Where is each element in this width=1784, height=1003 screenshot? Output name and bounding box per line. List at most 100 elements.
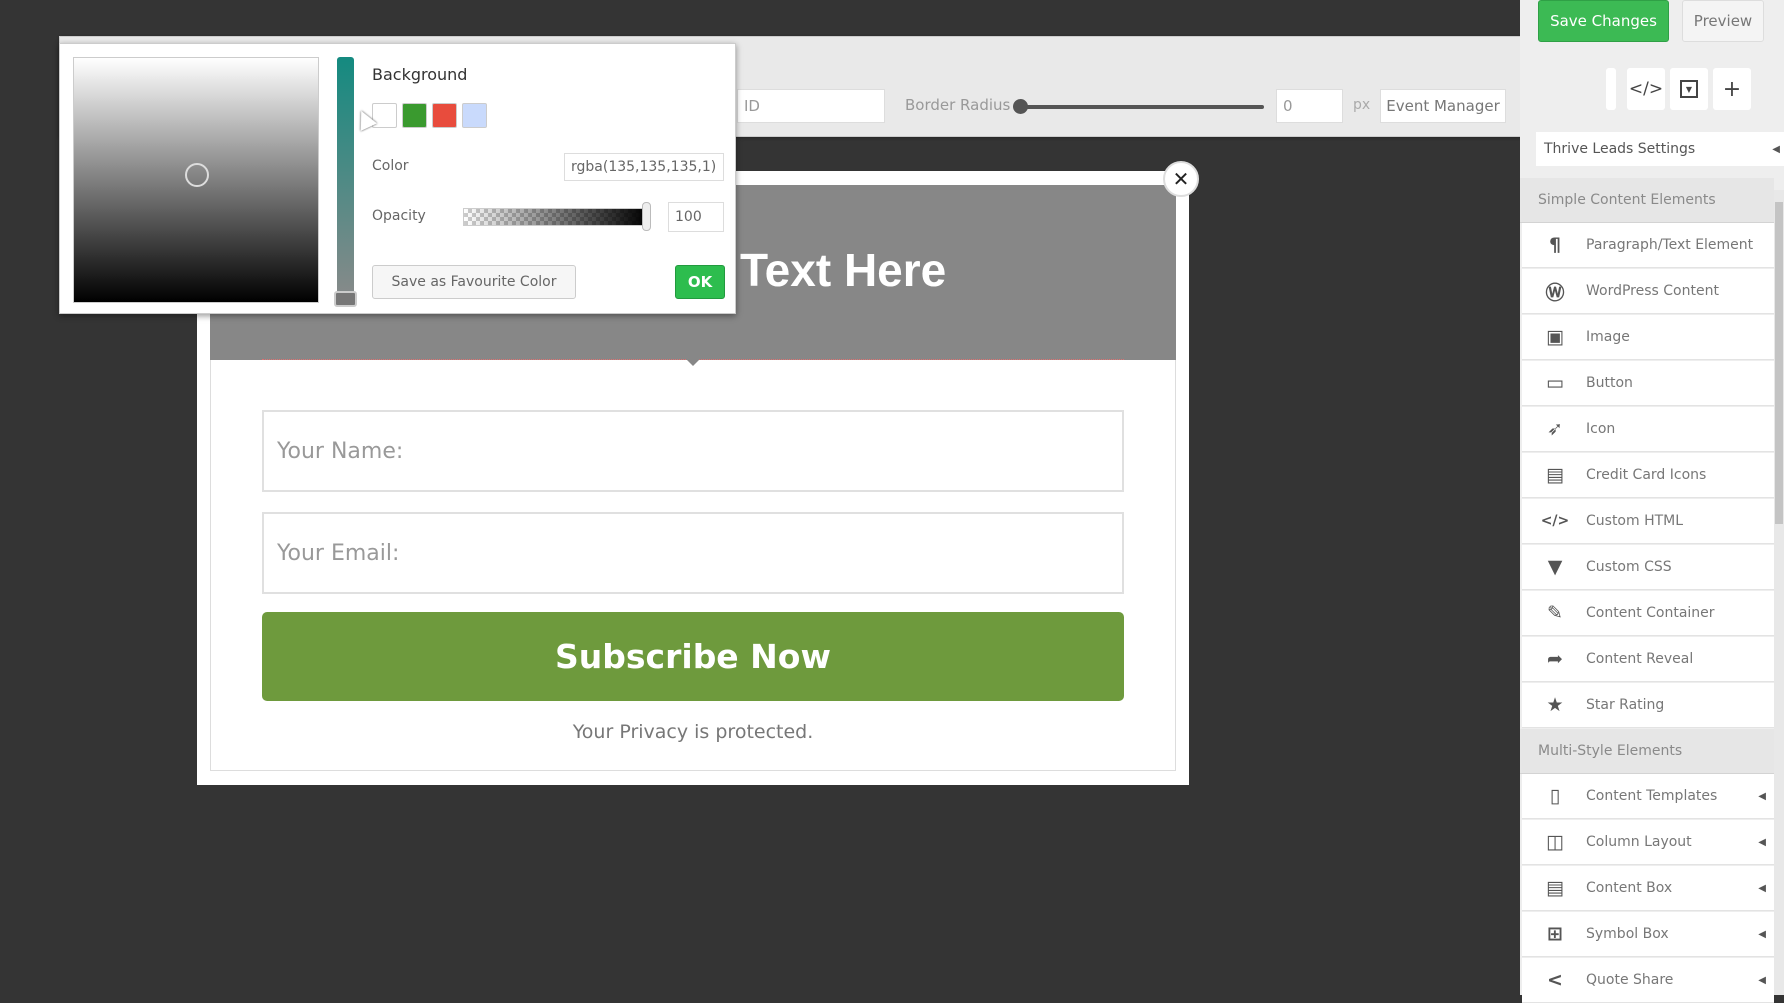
caret-left-icon: ◀	[1758, 974, 1766, 986]
sidebar-scrollbar[interactable]	[1774, 190, 1784, 995]
px-unit: px	[1353, 97, 1371, 113]
sidebar-item[interactable]: ⊞ Symbol Box ◀	[1522, 912, 1774, 957]
sidebar-item-label: Symbol Box	[1586, 926, 1669, 942]
image-icon: ▣	[1546, 326, 1564, 348]
sidebar-item-label: Credit Card Icons	[1586, 467, 1707, 483]
sidebar-item[interactable]: Ⓦ WordPress Content	[1522, 269, 1774, 314]
color-label: Color	[372, 158, 409, 174]
multi-style-header: Multi-Style Elements	[1520, 729, 1774, 774]
sidebar-item[interactable]: ¶ Paragraph/Text Element	[1522, 223, 1774, 268]
settings-label: Thrive Leads Settings	[1544, 141, 1696, 157]
sidebar-item-label: Icon	[1586, 421, 1616, 437]
code-icon: </>	[1540, 513, 1570, 529]
color-swatch[interactable]	[402, 103, 427, 128]
columns-icon: ◫	[1546, 831, 1564, 853]
sidebar-item[interactable]: ▼ Custom CSS	[1522, 545, 1774, 590]
dropdown-icon: ▼	[1680, 80, 1698, 98]
simple-content-header: Simple Content Elements	[1520, 178, 1774, 223]
opacity-handle[interactable]	[642, 202, 651, 231]
sidebar-item[interactable]: ★ Star Rating	[1522, 683, 1774, 728]
sidebar-item-label: Column Layout	[1586, 834, 1692, 850]
caret-left-icon: ◀	[1758, 836, 1766, 848]
sidebar-item[interactable]: ✎ Content Container	[1522, 591, 1774, 636]
sidebar-item-label: Paragraph/Text Element	[1586, 237, 1754, 253]
paragraph-icon: ¶	[1548, 234, 1562, 256]
color-input[interactable]: rgba(135,135,135,1)	[564, 153, 724, 181]
button-icon: ▭	[1546, 372, 1564, 394]
sidebar-item-label: Content Reveal	[1586, 651, 1694, 667]
sidebar-item-label: Content Container	[1586, 605, 1715, 621]
sidebar-item[interactable]: ➶ Icon	[1522, 407, 1774, 452]
sidebar-item[interactable]: ▣ Image	[1522, 315, 1774, 360]
scrollbar-thumb[interactable]	[1775, 202, 1783, 524]
star-icon: ★	[1546, 694, 1564, 716]
css-icon: ▼	[1547, 556, 1563, 578]
caret-left-icon: ◀	[1758, 882, 1766, 894]
border-radius-slider[interactable]	[1013, 99, 1264, 114]
border-radius-input[interactable]: 0	[1276, 89, 1343, 123]
add-button[interactable]: +	[1713, 68, 1751, 110]
save-favourite-button[interactable]: Save as Favourite Color	[372, 265, 576, 299]
rocket-icon: ➶	[1547, 418, 1563, 440]
sidebar-item[interactable]: ▭ Button	[1522, 361, 1774, 406]
content-box-icon: ▤	[1546, 877, 1564, 899]
email-input[interactable]: Your Email:	[262, 512, 1124, 594]
share-arrow-icon: ➦	[1547, 648, 1563, 670]
save-changes-button[interactable]: Save Changes	[1538, 0, 1669, 42]
color-swatch[interactable]	[372, 103, 397, 128]
document-icon: ▯	[1549, 785, 1561, 807]
thrive-leads-settings[interactable]: Thrive Leads Settings ◀	[1536, 132, 1784, 166]
opacity-slider[interactable]	[463, 208, 648, 226]
caret-left-icon: ◀	[1758, 790, 1766, 802]
share-icon: <	[1547, 969, 1563, 991]
hue-handle[interactable]	[334, 291, 357, 307]
form-close-button[interactable]: ✕	[1163, 161, 1199, 197]
opacity-input[interactable]: 100	[668, 202, 724, 232]
sidebar-item-label: Content Box	[1586, 880, 1673, 896]
border-radius-label: Border Radius	[905, 96, 1011, 114]
opacity-label: Opacity	[372, 208, 426, 224]
color-cursor[interactable]	[185, 163, 209, 187]
color-swatch[interactable]	[432, 103, 457, 128]
sidebar-item[interactable]: ▤ Credit Card Icons	[1522, 453, 1774, 498]
sidebar-item-label: Custom HTML	[1586, 513, 1684, 529]
picker-title: Background	[372, 65, 468, 84]
plus-icon: +	[1722, 76, 1742, 102]
name-input[interactable]: Your Name:	[262, 410, 1124, 492]
sidebar: Save Changes Preview </> ▼ + Thrive Lead…	[1520, 0, 1784, 1003]
form-headline[interactable]: Text Here	[740, 243, 946, 297]
event-manager-button[interactable]: Event Manager	[1380, 89, 1506, 123]
caret-left-icon: ◀	[1758, 928, 1766, 940]
sidebar-item-label: Button	[1586, 375, 1633, 391]
sidebar-item[interactable]: ▤ Content Box ◀	[1522, 866, 1774, 911]
sidebar-item-label: Star Rating	[1586, 697, 1665, 713]
slider-handle[interactable]	[1013, 99, 1028, 114]
sidebar-item-label: Custom CSS	[1586, 559, 1672, 575]
close-icon: ✕	[1172, 167, 1190, 191]
sidebar-item[interactable]: </> Custom HTML	[1522, 499, 1774, 544]
code-icon: </>	[1628, 79, 1664, 99]
credit-card-icon: ▤	[1546, 464, 1564, 486]
edit-icon: ✎	[1547, 602, 1563, 624]
toolbar-partial-button[interactable]	[1606, 68, 1616, 110]
ok-button[interactable]: OK	[675, 265, 725, 299]
sidebar-item[interactable]: ➦ Content Reveal	[1522, 637, 1774, 682]
symbol-box-icon: ⊞	[1547, 923, 1563, 945]
sidebar-item[interactable]: ▯ Content Templates ◀	[1522, 774, 1774, 819]
hue-bar[interactable]	[337, 57, 354, 303]
color-picker: Background Color rgba(135,135,135,1) Opa…	[59, 43, 736, 314]
color-swatch[interactable]	[462, 103, 487, 128]
sidebar-item[interactable]: ◫ Column Layout ◀	[1522, 820, 1774, 865]
sidebar-item-label: Quote Share	[1586, 972, 1674, 988]
caret-left-icon: ◀	[1772, 143, 1780, 155]
sidebar-item-label: Content Templates	[1586, 788, 1718, 804]
dropdown-button[interactable]: ▼	[1670, 68, 1708, 110]
id-input[interactable]: ID	[737, 89, 885, 123]
preview-button[interactable]: Preview	[1682, 0, 1764, 42]
subscribe-button[interactable]: Subscribe Now	[262, 612, 1124, 701]
code-button[interactable]: </>	[1627, 68, 1665, 110]
sidebar-item-label: WordPress Content	[1586, 283, 1719, 299]
privacy-text: Your Privacy is protected.	[572, 721, 814, 743]
sidebar-item[interactable]: < Quote Share ◀	[1522, 958, 1774, 1003]
sidebar-item-label: Image	[1586, 329, 1630, 345]
